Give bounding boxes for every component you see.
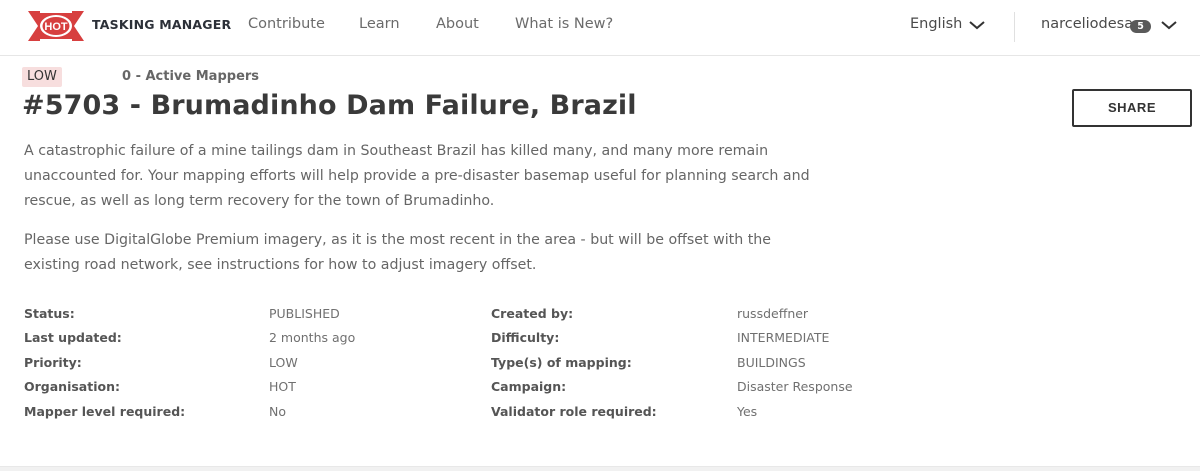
detail-value: PUBLISHED — [269, 306, 340, 321]
section-divider — [0, 466, 1200, 471]
priority-badge: LOW — [22, 67, 62, 87]
user-menu[interactable]: narceliodesa — [1041, 16, 1133, 32]
nav-contribute[interactable]: Contribute — [248, 16, 325, 32]
detail-value: russdeffner — [737, 306, 809, 321]
nav-learn[interactable]: Learn — [359, 16, 400, 32]
detail-value: 2 months ago — [269, 330, 356, 346]
detail-row: Last updated: 2 months ago Difficulty: I… — [24, 330, 904, 354]
share-button[interactable]: SHARE — [1072, 89, 1192, 127]
detail-label: Organisation: — [24, 379, 120, 395]
logo-text: HOT — [44, 21, 68, 33]
detail-label: Last updated: — [24, 330, 122, 346]
project-details: Status: PUBLISHED Created by: russdeffne… — [24, 306, 904, 428]
project-title: #5703 - Brumadinho Dam Failure, Brazil — [22, 90, 637, 121]
detail-value: Yes — [737, 403, 758, 419]
detail-label: Difficulty: — [491, 330, 560, 346]
nav-whats-new[interactable]: What is New? — [515, 16, 613, 32]
detail-label: Validator role required: — [491, 403, 657, 419]
detail-row: Status: PUBLISHED Created by: russdeffne… — [24, 306, 904, 330]
detail-label: Type(s) of mapping: — [491, 354, 632, 370]
detail-label: Created by: — [491, 306, 574, 321]
hot-logo-icon[interactable]: HOT — [26, 7, 86, 45]
project-instructions: Please use DigitalGlobe Premium imagery,… — [24, 232, 771, 273]
nav-about[interactable]: About — [436, 16, 479, 32]
language-selector[interactable]: English — [910, 16, 962, 32]
top-navbar: HOT TASKING MANAGER Contribute Learn Abo… — [0, 0, 1200, 56]
detail-row: Priority: LOW Type(s) of mapping: BUILDI… — [24, 355, 904, 379]
detail-label: Mapper level required: — [24, 403, 186, 419]
detail-label: Priority: — [24, 354, 82, 370]
detail-value: HOT — [269, 379, 296, 395]
header-divider — [1014, 12, 1015, 42]
detail-label: Campaign: — [491, 379, 567, 395]
detail-label: Status: — [24, 306, 75, 321]
notification-badge[interactable]: 5 — [1130, 20, 1151, 33]
chevron-down-icon[interactable] — [969, 20, 985, 30]
detail-row: Organisation: HOT Campaign: Disaster Res… — [24, 379, 904, 403]
detail-value: BUILDINGS — [737, 354, 806, 370]
detail-value: INTERMEDIATE — [737, 330, 830, 346]
detail-value: No — [269, 403, 286, 419]
brand-name[interactable]: TASKING MANAGER — [92, 17, 231, 32]
project-description: A catastrophic failure of a mine tailing… — [24, 143, 810, 209]
detail-value: LOW — [269, 354, 298, 370]
detail-row: Mapper level required: No Validator role… — [24, 404, 904, 428]
chevron-down-icon[interactable] — [1161, 20, 1177, 30]
detail-value: Disaster Response — [737, 379, 853, 395]
active-mappers: 0 - Active Mappers — [122, 69, 260, 84]
